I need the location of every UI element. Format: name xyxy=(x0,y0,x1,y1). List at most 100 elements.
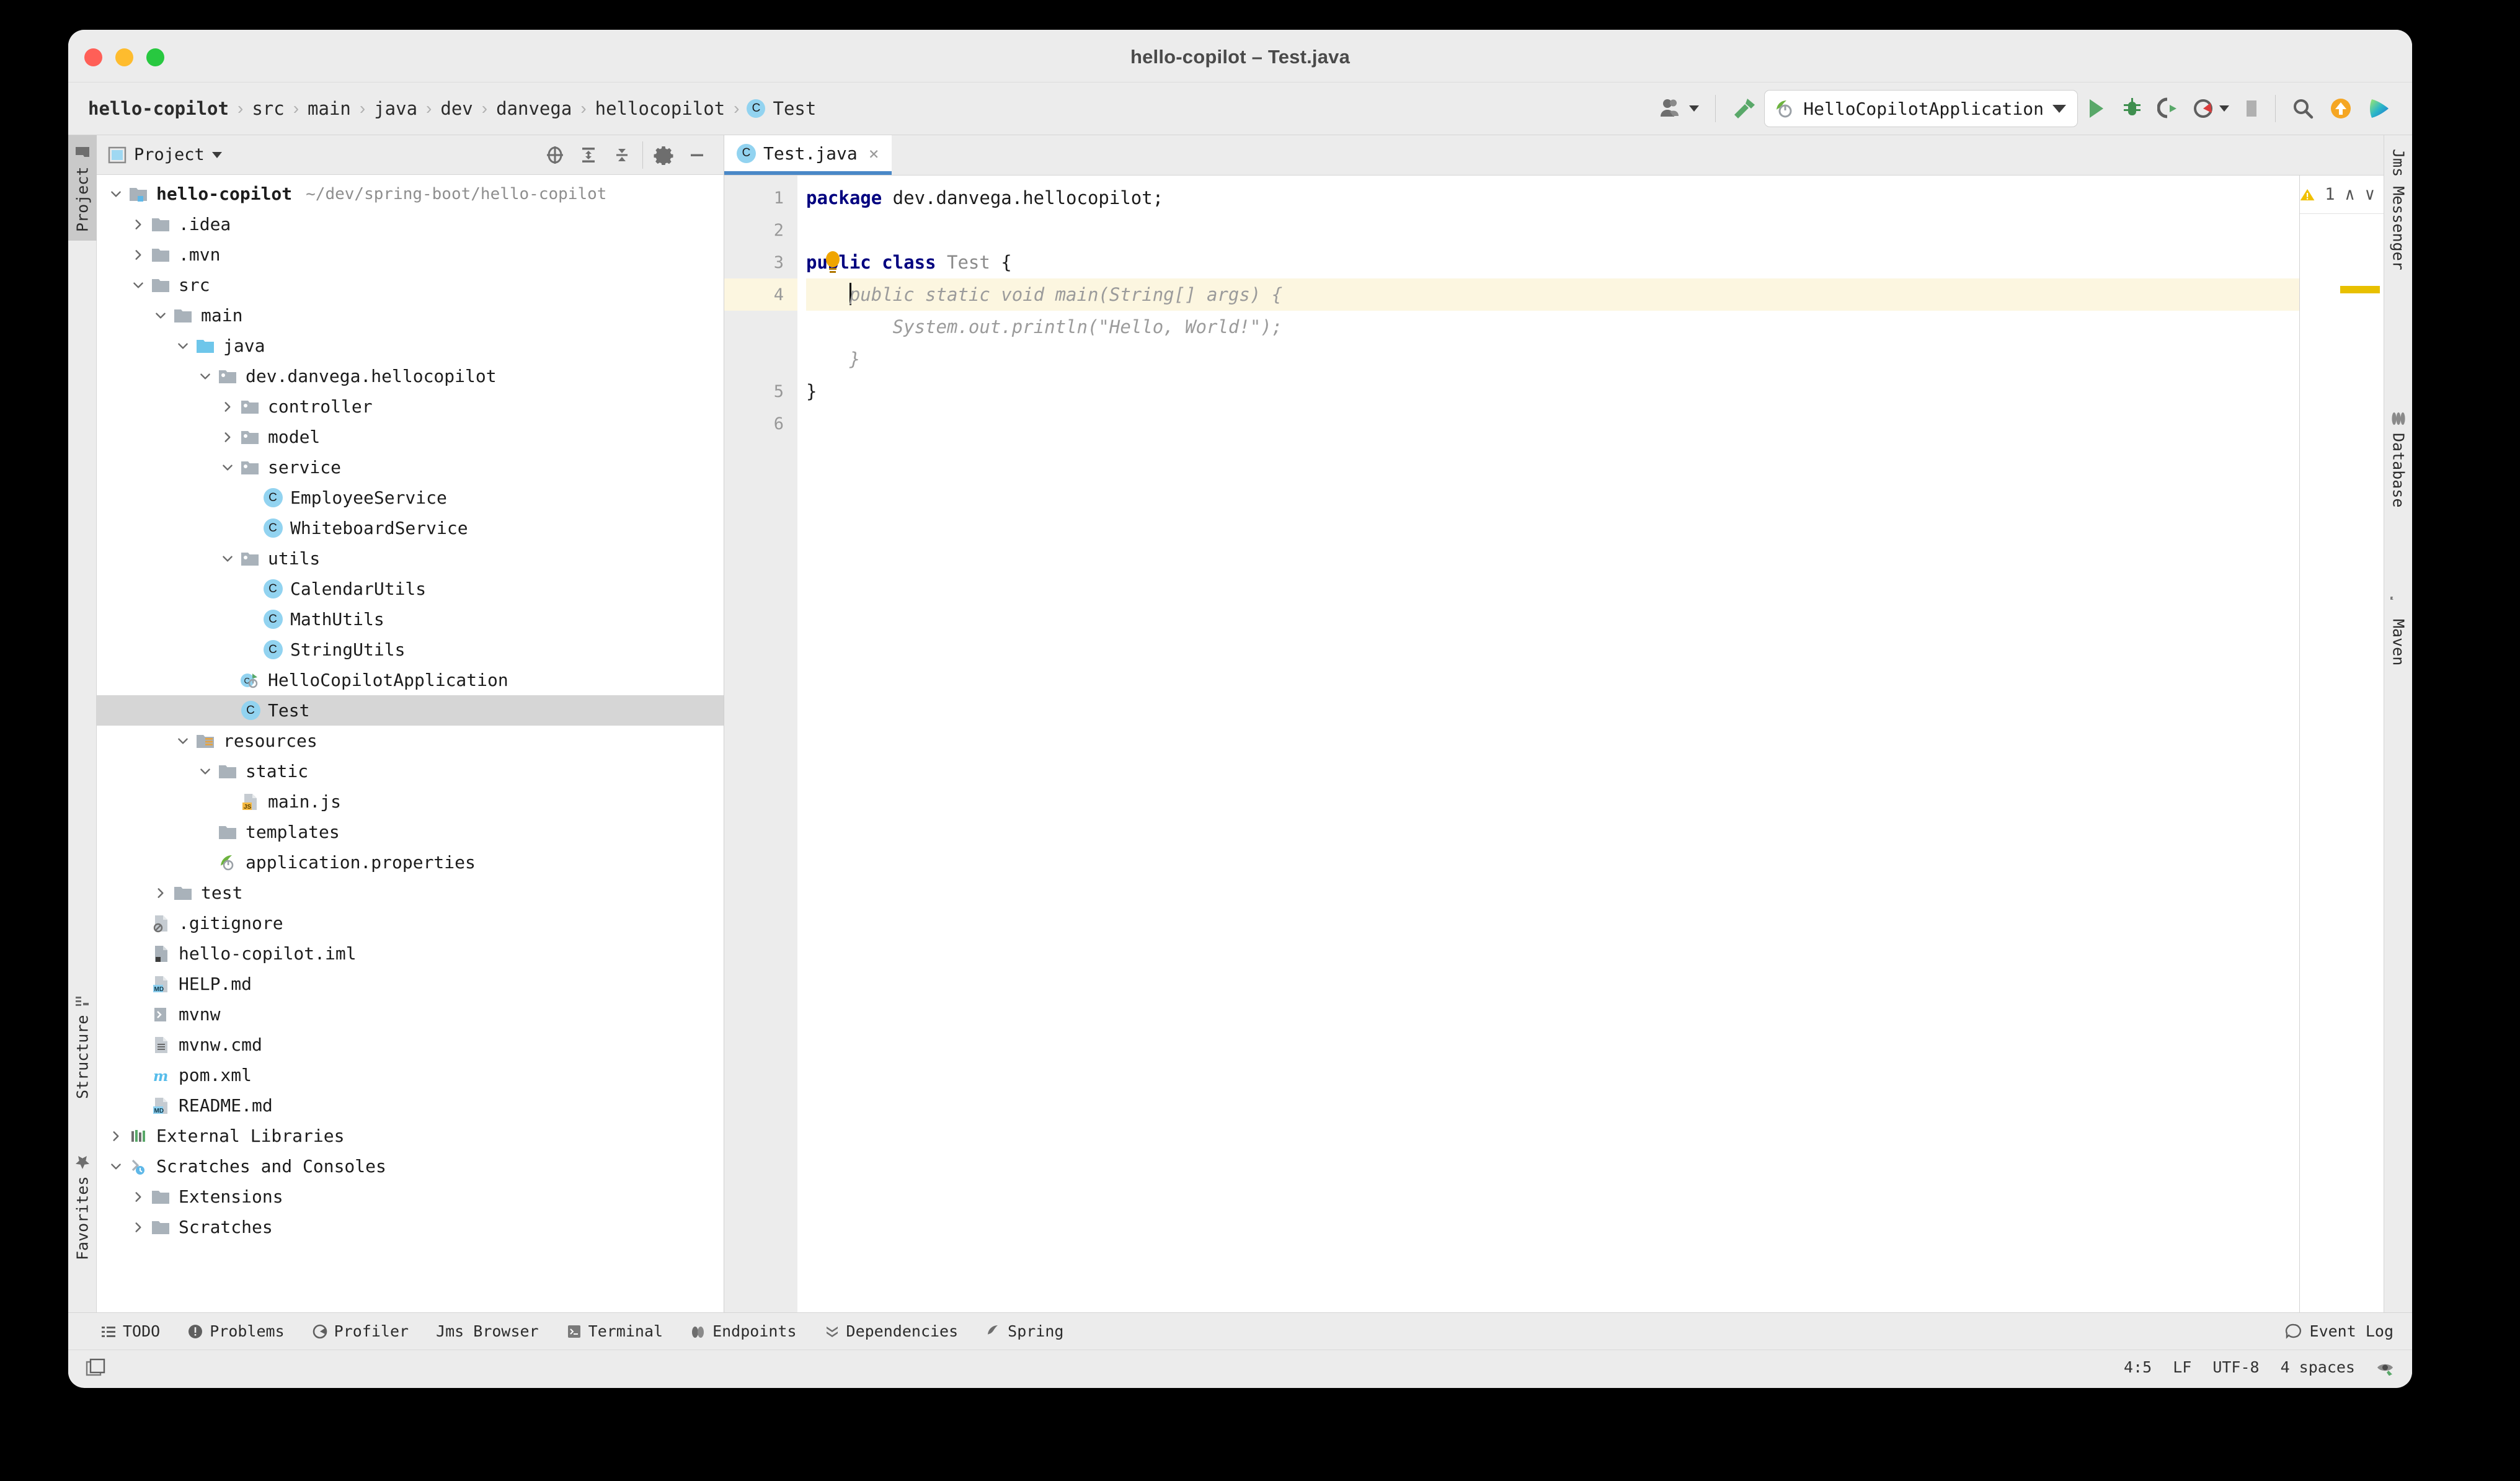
tree-item[interactable]: templates xyxy=(97,817,724,847)
chevron-right-icon[interactable] xyxy=(131,248,145,262)
debug-button[interactable] xyxy=(2114,89,2150,128)
tree-item[interactable]: m pom.xml xyxy=(97,1060,724,1090)
tree-item[interactable]: mvnw.cmd xyxy=(97,1030,724,1060)
sidebar-item-jms-messenger[interactable]: Jms Messenger xyxy=(2384,140,2412,326)
breadcrumb-item-hello-copilot[interactable]: hello-copilot xyxy=(87,98,230,119)
chevron-down-icon[interactable] xyxy=(176,339,190,353)
sidebar-item-structure[interactable]: Structure xyxy=(68,974,97,1108)
sidebar-item-database[interactable]: Database xyxy=(2384,402,2412,551)
tree-expander[interactable] xyxy=(217,552,238,566)
chevron-right-icon[interactable] xyxy=(154,886,167,900)
code-line[interactable]: package dev.danvega.hellocopilot; xyxy=(806,182,2299,214)
tool-window-terminal[interactable]: Terminal xyxy=(552,1322,677,1340)
tree-item[interactable]: model xyxy=(97,422,724,452)
chevron-down-icon[interactable] xyxy=(221,461,234,474)
search-everywhere-button[interactable] xyxy=(2284,89,2322,128)
toggle-toolwindows-icon[interactable] xyxy=(86,1358,105,1377)
run-with-coverage-button[interactable] xyxy=(2150,89,2186,128)
tree-expander[interactable] xyxy=(172,734,193,748)
breadcrumb-item-main[interactable]: main xyxy=(306,98,352,119)
tree-item[interactable]: test xyxy=(97,878,724,908)
breadcrumb-item-test[interactable]: Test xyxy=(771,98,817,119)
caret-position-widget[interactable]: 4:5 xyxy=(2124,1358,2152,1376)
run-configuration-selector[interactable]: HelloCopilotApplication xyxy=(1764,90,2078,127)
tree-item[interactable]: java xyxy=(97,331,724,361)
tree-expander[interactable] xyxy=(172,339,193,353)
warning-marker[interactable] xyxy=(2340,286,2380,293)
chevron-right-icon[interactable] xyxy=(131,1221,145,1234)
event-log-button[interactable]: Event Log xyxy=(2285,1322,2412,1340)
tree-item[interactable]: .idea xyxy=(97,209,724,239)
tree-item[interactable]: mvnw xyxy=(97,999,724,1030)
chevron-down-icon[interactable] xyxy=(176,734,190,748)
chevron-down-icon[interactable] xyxy=(154,309,167,322)
tree-item[interactable]: C MathUtils xyxy=(97,604,724,634)
tree-item[interactable]: static xyxy=(97,756,724,786)
chevron-down-icon[interactable] xyxy=(109,1160,123,1173)
tree-item[interactable]: C EmployeeService xyxy=(97,483,724,513)
stop-button[interactable] xyxy=(2237,89,2266,128)
tree-expander[interactable] xyxy=(217,430,238,444)
tree-item[interactable]: application.properties xyxy=(97,847,724,878)
code-line[interactable]: public static void main(String[] args) { xyxy=(806,278,2299,311)
sidebar-item-maven[interactable]: m Maven xyxy=(2384,588,2412,706)
breadcrumb-item-danvega[interactable]: danvega xyxy=(495,98,573,119)
chevron-down-icon[interactable] xyxy=(131,278,145,292)
tree-expander[interactable] xyxy=(150,886,171,900)
tree-expander[interactable] xyxy=(195,370,216,383)
tree-item[interactable]: C WhiteboardService xyxy=(97,513,724,543)
expand-all-button[interactable] xyxy=(572,138,605,172)
code-line[interactable] xyxy=(806,407,2299,440)
tree-item[interactable]: C CalendarUtils xyxy=(97,574,724,604)
chevron-down-icon[interactable] xyxy=(211,151,222,158)
code-editor[interactable]: 1 2 3 4 5 6 package dev.danvega.hellocop… xyxy=(724,176,2384,1312)
tree-item[interactable]: C StringUtils xyxy=(97,634,724,665)
tree-item[interactable]: hello-copilot ~/dev/spring-boot/hello-cop… xyxy=(97,179,724,209)
chevron-right-icon[interactable] xyxy=(109,1129,123,1143)
tree-item[interactable]: utils xyxy=(97,543,724,574)
panel-settings-button[interactable] xyxy=(647,138,680,172)
tree-item[interactable]: resources xyxy=(97,726,724,756)
editor-tab-test-java[interactable]: C Test.java × xyxy=(724,135,892,175)
tool-window-spring[interactable]: Spring xyxy=(972,1322,1077,1340)
tree-item[interactable]: Scratches xyxy=(97,1212,724,1242)
tree-expander[interactable] xyxy=(105,1129,126,1143)
tool-window-dependencies[interactable]: Dependencies xyxy=(810,1322,972,1340)
run-button[interactable] xyxy=(2078,89,2114,128)
code-line[interactable] xyxy=(806,214,2299,246)
chevron-down-icon[interactable] xyxy=(198,765,212,778)
encoding-widget[interactable]: UTF-8 xyxy=(2212,1358,2259,1376)
tree-expander[interactable] xyxy=(105,1160,126,1173)
tool-window-profiler[interactable]: Profiler xyxy=(298,1322,422,1340)
inspection-widget[interactable]: 1 ∧ ∨ xyxy=(2300,176,2384,214)
breadcrumb-item-dev[interactable]: dev xyxy=(439,98,474,119)
intention-bulb-icon[interactable] xyxy=(823,251,842,275)
code-line[interactable]: System.out.println("Hello, World!"); xyxy=(806,311,2299,343)
select-opened-file-button[interactable] xyxy=(538,138,572,172)
update-button[interactable] xyxy=(2322,89,2360,128)
tool-window-jms-browser[interactable]: Jms Browser xyxy=(422,1322,552,1340)
code-line[interactable]: } xyxy=(806,375,2299,407)
chevron-right-icon[interactable] xyxy=(221,430,234,444)
tool-window-todo[interactable]: TODO xyxy=(87,1322,174,1340)
project-tree[interactable]: hello-copilot ~/dev/spring-boot/hello-cop… xyxy=(97,175,724,1312)
hide-panel-button[interactable] xyxy=(680,138,714,172)
tree-expander[interactable] xyxy=(195,765,216,778)
tree-item-selected[interactable]: C Test xyxy=(97,695,724,726)
tree-item[interactable]: main xyxy=(97,300,724,331)
inspections-eye-icon[interactable] xyxy=(2376,1359,2395,1376)
copilot-button[interactable] xyxy=(2360,89,2400,128)
chevron-down-icon[interactable] xyxy=(109,187,123,201)
breadcrumb-item-src[interactable]: src xyxy=(251,98,285,119)
chevron-down-icon[interactable] xyxy=(221,552,234,566)
tool-window-problems[interactable]: Problems xyxy=(174,1322,298,1340)
tree-expander[interactable] xyxy=(217,400,238,414)
tool-window-endpoints[interactable]: Endpoints xyxy=(677,1322,810,1340)
breadcrumb-item-hellocopilot[interactable]: hellocopilot xyxy=(594,98,727,119)
tree-expander[interactable] xyxy=(128,1221,149,1234)
next-problem-icon[interactable]: ∨ xyxy=(2365,185,2375,204)
chevron-right-icon[interactable] xyxy=(221,400,234,414)
tree-expander[interactable] xyxy=(128,1190,149,1204)
tree-expander[interactable] xyxy=(105,187,126,201)
tree-expander[interactable] xyxy=(128,248,149,262)
